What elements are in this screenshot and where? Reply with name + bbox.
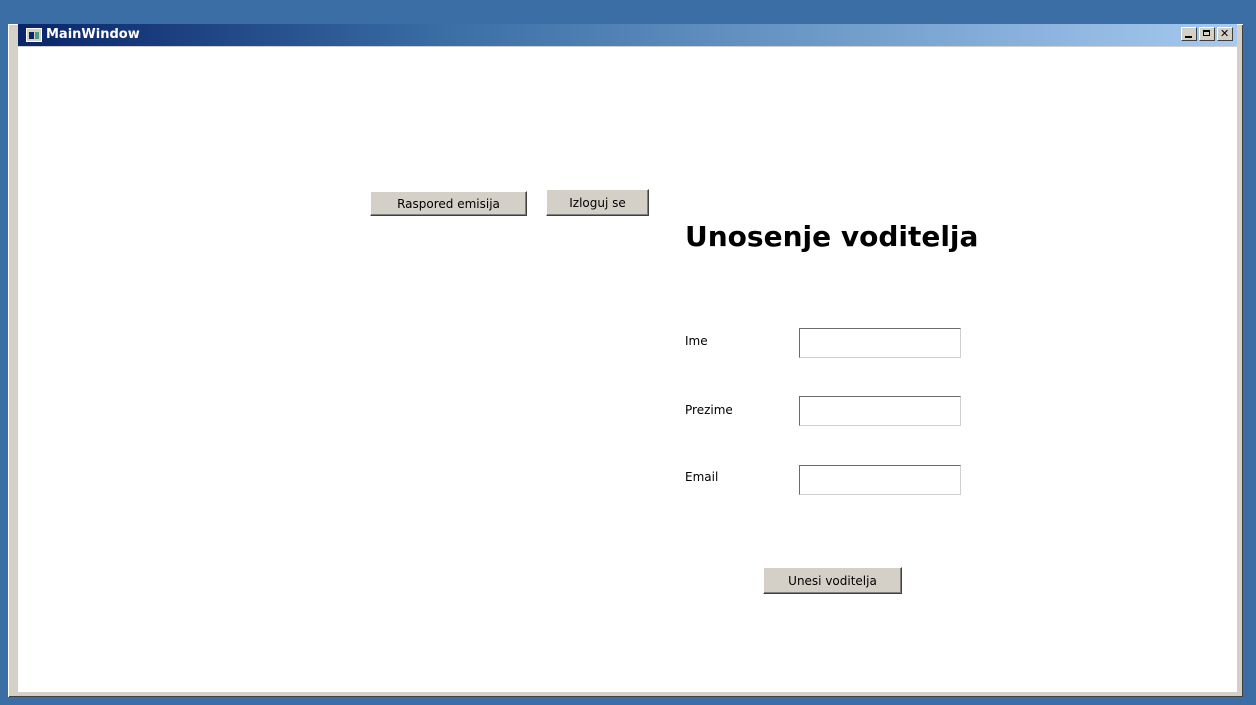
first-name-label: Ime — [685, 334, 708, 348]
first-name-field[interactable] — [799, 328, 961, 358]
window-app-icon[interactable] — [26, 28, 42, 42]
window-caption-buttons — [1179, 27, 1233, 45]
minimize-icon[interactable] — [1181, 27, 1197, 41]
window-title: MainWindow — [46, 27, 140, 42]
close-icon[interactable] — [1217, 27, 1233, 41]
page-title: Unosenje voditelja — [685, 220, 979, 253]
email-field[interactable] — [799, 465, 961, 495]
schedule-button[interactable]: Raspored emisija — [370, 191, 527, 216]
add-host-button[interactable]: Unesi voditelja — [763, 567, 902, 594]
window-client-area — [18, 47, 1237, 692]
last-name-label: Prezime — [685, 403, 733, 417]
logout-button[interactable]: Izloguj se — [546, 189, 649, 216]
last-name-field[interactable] — [799, 396, 961, 426]
email-label: Email — [685, 470, 719, 484]
maximize-icon[interactable] — [1199, 27, 1215, 41]
title-bar[interactable] — [18, 24, 1237, 46]
